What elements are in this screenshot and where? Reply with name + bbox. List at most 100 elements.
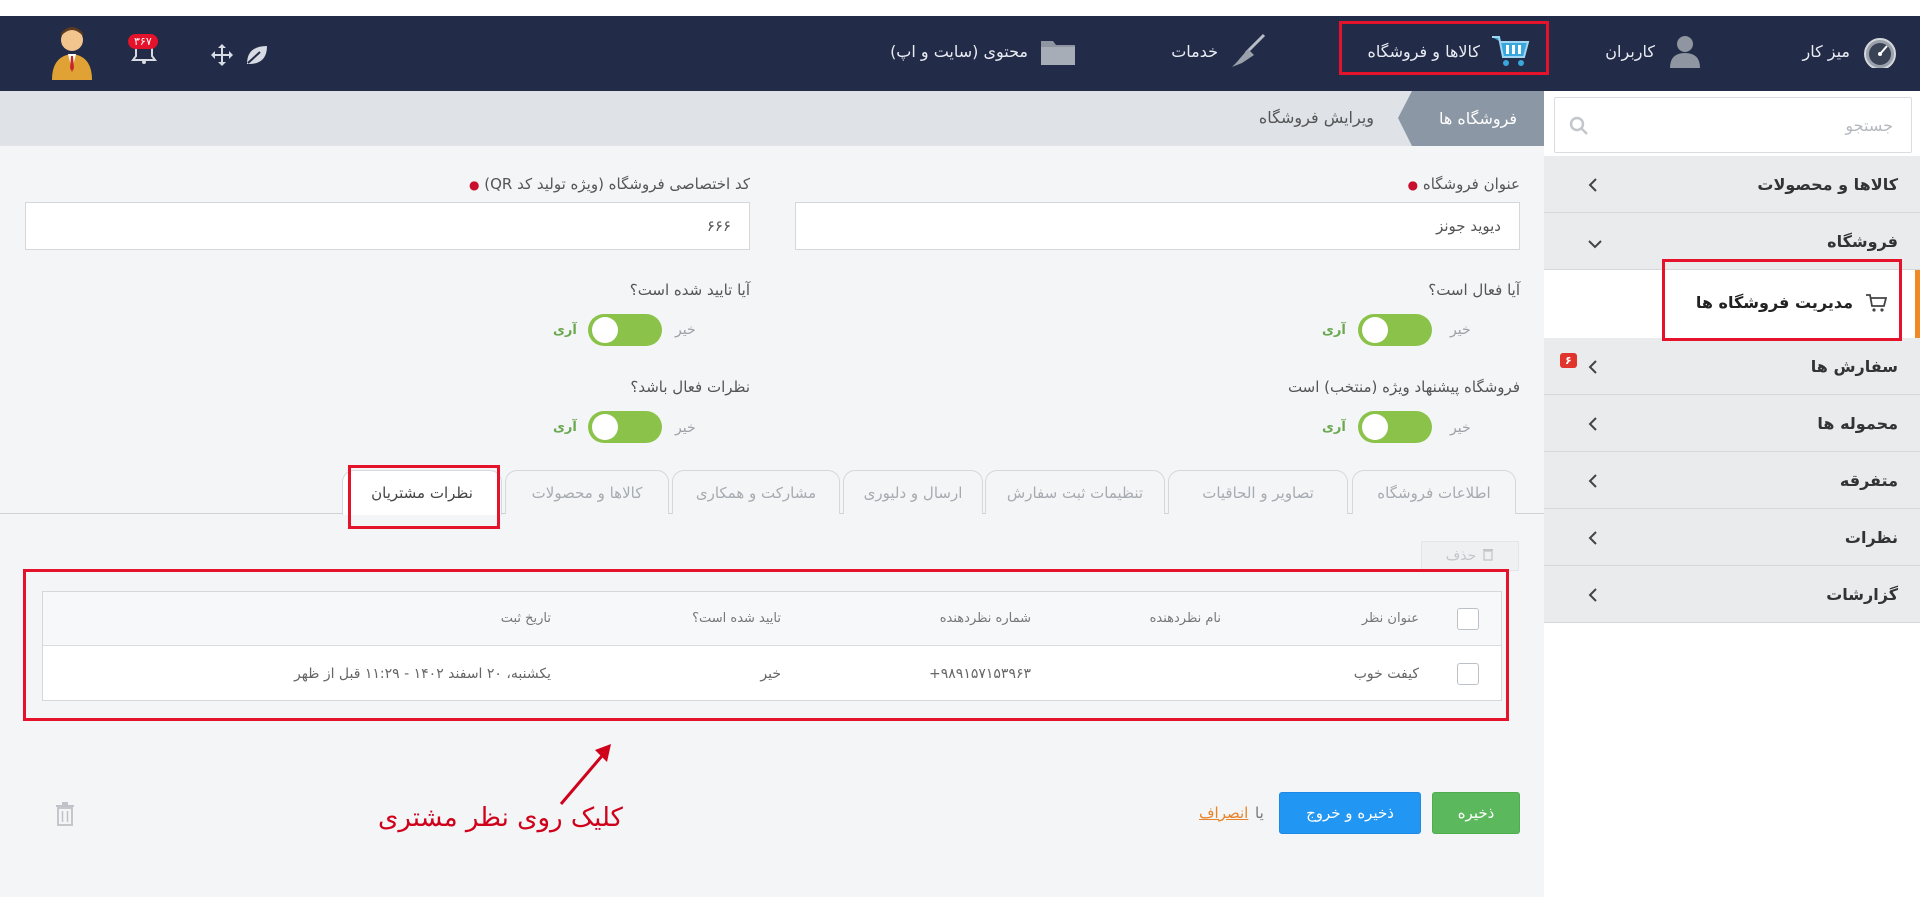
comments-active-toggle[interactable] [588,411,662,443]
is-active-label: آیا فعال است؟ [1428,281,1520,299]
tab-partnership[interactable]: مشارکت و همکاری [672,470,840,514]
nav-item-products-store[interactable]: کالاها و فروشگاه [1367,30,1530,72]
nav-item-content[interactable]: محتوی (سایت و اپ) [890,30,1078,72]
featured-no-label: خیر [1450,420,1471,436]
users-icon [1665,33,1705,69]
col-header-date[interactable]: تاریخ ثبت [501,592,551,645]
col-header-phone[interactable]: شماره نظردهنده [940,592,1031,645]
tab-store-info[interactable]: اطلاعات فروشگاه [1352,470,1516,514]
comments-active-label: نظرات فعال باشد؟ [630,378,750,396]
comments-active-yes-label: آری [553,420,577,435]
annotation-arrow-icon [559,744,611,805]
qr-code-input[interactable] [26,203,749,249]
select-all-checkbox[interactable] [1457,592,1479,645]
sidebar-item-store[interactable]: فروشگاه [1544,213,1920,270]
sidebar-item-label: نظرات [1844,527,1898,547]
nav-item-dashboard[interactable]: میز کار [1802,30,1900,72]
nav-item-services[interactable]: خدمات [1171,30,1268,72]
tab-images-attachments[interactable]: تصاویر و الحاقیات [1168,470,1348,514]
sidebar-item-label: گزارشات [1826,584,1898,604]
sidebar-item-orders[interactable]: سفارش ها ۶ [1544,338,1920,395]
nav-item-label: میز کار [1802,41,1850,61]
store-title-input[interactable] [796,203,1519,249]
qr-code-label: کد اختصاصی فروشگاه (ویژه تولید کد QR) ● [468,175,750,193]
cell-verified: خیر [760,665,781,682]
row-checkbox[interactable] [1457,646,1479,701]
sidebar-item-store-management[interactable]: مدیریت فروشگاه ها [1544,270,1920,338]
comments-table: عنوان نظر نام نظردهنده شماره نظردهنده تا… [42,591,1502,701]
is-verified-no-label: خیر [675,322,696,338]
annotation-text: کلیک روی نظر مشتری [378,803,623,833]
is-active-yes-label: آری [1322,323,1346,338]
featured-label: فروشگاه پیشنهاد ویژه (منتخب) است [1287,378,1520,396]
orders-count-badge: ۶ [1560,353,1577,368]
sidebar-item-misc[interactable]: متفرقه [1544,452,1920,509]
notifications-count-badge: ۳۶۷ [128,34,158,49]
chevron-left-icon [1588,587,1598,606]
folder-icon [1038,33,1078,69]
col-header-name[interactable]: نام نظردهنده [1150,592,1221,645]
breadcrumb: فروشگاه ها ویرایش فروشگاه [0,91,1544,146]
sidebar-item-products[interactable]: کالاها و محصولات [1544,156,1920,213]
trash-icon [1482,547,1494,565]
store-title-field[interactable] [795,202,1520,250]
cell-title[interactable]: کیفت خوب [1354,646,1419,701]
featured-yes-label: آری [1322,420,1346,435]
save-button[interactable]: ذخیره [1432,792,1520,834]
chevron-left-icon [1588,177,1598,196]
sidebar-item-comments[interactable]: نظرات [1544,509,1920,566]
sidebar-item-label: مدیریت فروشگاه ها [1695,293,1853,312]
delete-button[interactable]: حذف [1421,541,1519,571]
sidebar-item-label: کالاها و محصولات [1757,174,1898,194]
search-icon[interactable] [1569,116,1589,140]
table-header-row: عنوان نظر نام نظردهنده شماره نظردهنده تا… [43,592,1501,646]
nav-item-label: محتوی (سایت و اپ) [890,41,1028,61]
chevron-left-icon [1588,473,1598,492]
is-verified-toggle[interactable] [588,314,662,346]
tab-products[interactable]: کالاها و محصولات [505,470,669,514]
featured-toggle[interactable] [1358,411,1432,443]
move-arrows-icon[interactable] [210,43,234,67]
delete-record-icon[interactable] [54,802,76,826]
tab-shipping-delivery[interactable]: ارسال و دلیوری [843,470,983,514]
cancel-link[interactable]: انصراف [1199,804,1248,822]
toggle-knob [1362,414,1388,440]
search-input[interactable] [1555,98,1911,152]
chevron-left-icon [1588,416,1598,435]
window-top-strip [0,0,1920,16]
cell-phone: +۹۸۹۱۵۷۱۵۳۹۶۳ [929,665,1031,682]
nav-utility-icons: ۳۶۷ [0,16,300,91]
is-active-toggle[interactable] [1358,314,1432,346]
user-avatar-icon[interactable] [48,24,96,82]
tab-customer-comments[interactable]: نظرات مشتریان [342,470,502,515]
shopping-cart-icon [1490,33,1530,69]
chevron-left-icon [1588,359,1598,378]
is-verified-label: آیا تایید شده است؟ [629,281,750,299]
sidebar-item-reports[interactable]: گزارشات [1544,566,1920,623]
is-active-no-label: خیر [1450,322,1471,338]
sidebar-item-shipments[interactable]: محموله ها [1544,395,1920,452]
breadcrumb-current: ویرایش فروشگاه [1258,108,1374,127]
qr-code-field[interactable] [25,202,750,250]
col-header-title[interactable]: عنوان نظر [1362,592,1419,645]
chevron-down-icon [1588,234,1602,253]
nav-item-users[interactable]: کاربران [1605,30,1705,72]
cell-date: یکشنبه، ۲۰ اسفند ۱۴۰۲ - ۱۱:۲۹ قبل از ظهر [294,665,551,682]
toggle-knob [592,414,618,440]
leaf-icon[interactable] [245,44,269,66]
main-content-area [0,146,1544,897]
nav-item-label: خدمات [1171,41,1218,61]
save-exit-button[interactable]: ذخیره و خروج [1279,792,1421,834]
comments-active-no-label: خیر [675,420,696,436]
or-text: یا [1255,804,1264,822]
toggle-knob [1362,317,1388,343]
delete-button-label: حذف [1445,548,1477,564]
broom-icon [1228,33,1268,69]
store-title-label: عنوان فروشگاه ● [1407,175,1520,193]
breadcrumb-root-link[interactable]: فروشگاه ها [1412,91,1544,146]
table-row[interactable]: کیفت خوب +۹۸۹۱۵۷۱۵۳۹۶۳ خیر یکشنبه، ۲۰ اس… [43,646,1501,701]
cart-icon [1865,293,1888,313]
is-verified-yes-label: آری [553,323,577,338]
tab-order-settings[interactable]: تنظیمات ثبت سفارش [985,470,1165,514]
col-header-verified[interactable]: تایید شده است؟ [692,592,781,645]
